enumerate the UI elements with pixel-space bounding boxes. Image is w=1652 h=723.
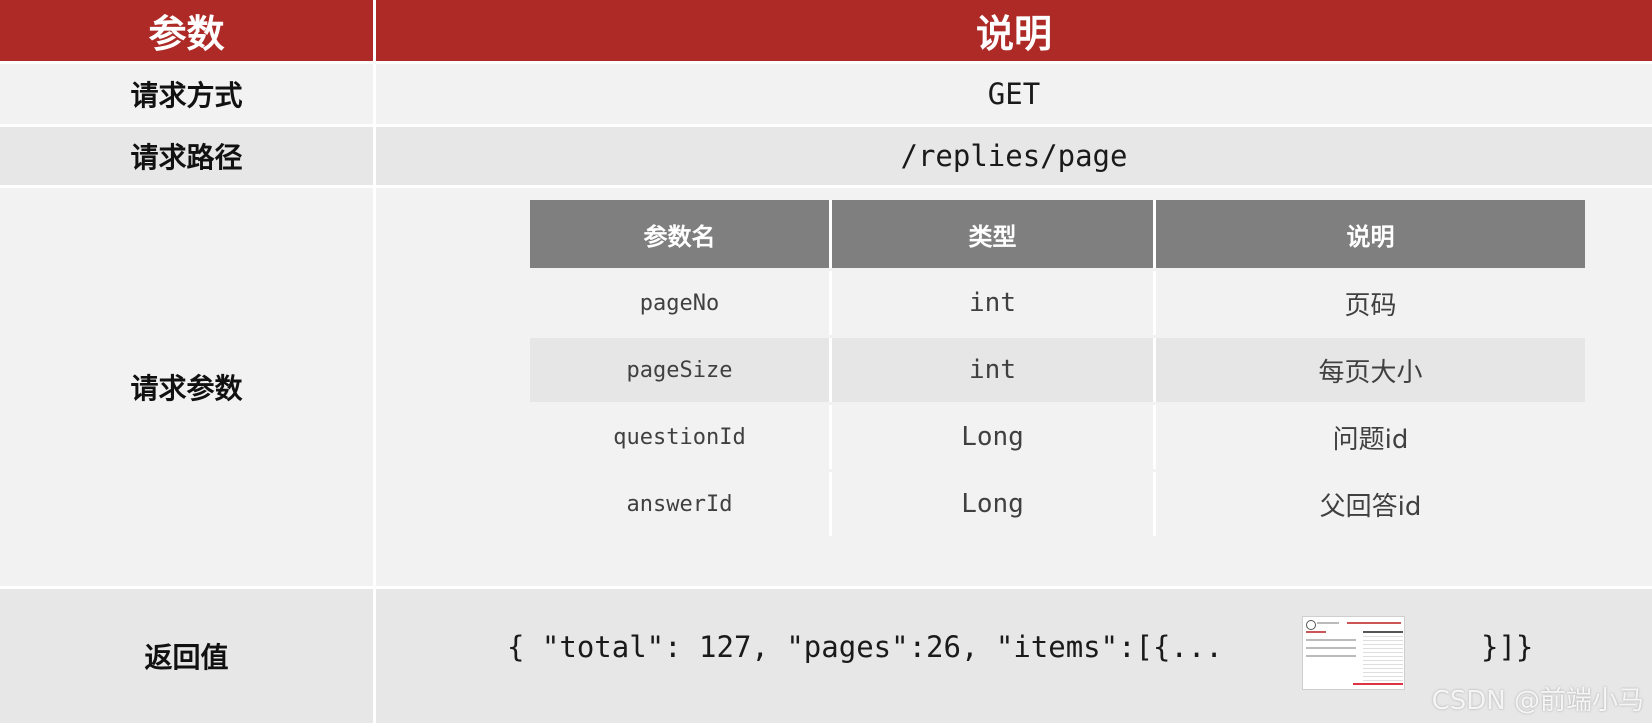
param-name: pageSize — [530, 338, 832, 402]
logo-icon — [1306, 620, 1316, 630]
thumbnail-line — [1306, 631, 1326, 633]
doc-thumbnail-image[interactable] — [1302, 616, 1405, 690]
param-type: Long — [832, 472, 1156, 536]
params-label: 请求参数 — [0, 188, 376, 586]
param-desc: 页码 — [1156, 271, 1585, 335]
return-value-end: }]} — [1481, 630, 1534, 664]
table-row-method: 请求方式 GET — [0, 64, 1652, 124]
method-value: GET — [376, 64, 1652, 124]
thumbnail-line — [1347, 622, 1401, 624]
table-row: questionId Long 问题id — [530, 405, 1585, 469]
table-header: 参数 说明 — [0, 0, 1652, 61]
thumbnail-line — [1306, 647, 1356, 649]
params-table-header: 参数名 类型 说明 — [530, 200, 1585, 268]
params-header-desc: 说明 — [1156, 200, 1585, 268]
watermark: CSDN @前端小马 — [1431, 686, 1644, 716]
param-type: int — [832, 271, 1156, 335]
thumbnail-line — [1317, 622, 1339, 624]
param-name: questionId — [530, 405, 832, 469]
param-desc: 父回答id — [1156, 472, 1585, 536]
params-header-name: 参数名 — [530, 200, 832, 268]
param-name: answerId — [530, 472, 832, 536]
table-row: pageNo int 页码 — [530, 271, 1585, 335]
table-row: pageSize int 每页大小 — [530, 338, 1585, 402]
params-header-type: 类型 — [832, 200, 1156, 268]
return-label: 返回值 — [0, 589, 376, 723]
table-row: answerId Long 父回答id — [530, 472, 1585, 536]
thumbnail-line — [1306, 655, 1356, 657]
param-desc: 每页大小 — [1156, 338, 1585, 402]
thumbnail-table — [1363, 633, 1403, 681]
return-value: { "total": 127, "pages":26, "items":[{..… — [507, 630, 1223, 664]
param-desc: 问题id — [1156, 405, 1585, 469]
path-value: /replies/page — [376, 127, 1652, 185]
param-name: pageNo — [530, 271, 832, 335]
method-label: 请求方式 — [0, 64, 376, 124]
param-type: Long — [832, 405, 1156, 469]
param-type: int — [832, 338, 1156, 402]
path-label: 请求路径 — [0, 127, 376, 185]
thumbnail-line — [1306, 639, 1356, 641]
params-table: 参数名 类型 说明 pageNo int 页码 pageSize int 每页大… — [530, 200, 1585, 542]
header-desc: 说明 — [376, 0, 1652, 61]
thumbnail-line — [1353, 683, 1403, 685]
table-row-path: 请求路径 /replies/page — [0, 127, 1652, 185]
header-param: 参数 — [0, 0, 376, 61]
